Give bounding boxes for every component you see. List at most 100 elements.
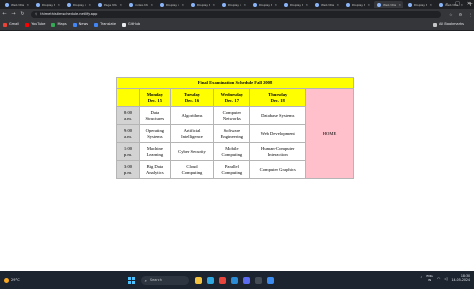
course-cell: Artificial Intelligence [169,124,215,143]
tab-favicon-icon [315,2,319,7]
mail-icon[interactable] [266,276,274,284]
all-bookmarks-button[interactable]: All Bookmarks [432,22,464,27]
terminal-icon[interactable] [254,276,262,284]
tab-close-icon[interactable]: ✕ [367,3,370,7]
language-indicator[interactable]: ENG IN [426,274,432,282]
bookmark-label: GitHub [128,22,141,26]
tab-favicon-icon [253,2,257,7]
folder-icon [432,22,437,27]
weather-widget[interactable]: 29°C [4,277,20,283]
course-cell: Data Structures [139,106,171,125]
header-corner-cell [116,88,140,107]
course-cell: Database Systems [249,106,306,125]
bookmark-star-icon[interactable]: ☆ [449,12,453,17]
time-cell: 8:00 a.m. [116,106,140,125]
reload-icon[interactable]: ↻ [18,11,27,17]
bookmark-item[interactable]: YouTube [25,22,45,27]
course-cell: Parallel Computing [213,160,251,179]
chrome-icon[interactable] [218,276,226,284]
edge-icon[interactable] [206,276,214,284]
browser-tab[interactable]: Display demo✕ [157,1,186,8]
browser-tab[interactable]: Display title✕ [343,1,372,8]
window-controls: – □ ✕ [446,1,471,7]
forward-arrow-icon[interactable]: → [9,11,18,17]
vscode-icon[interactable] [230,276,238,284]
tab-favicon-icon [36,2,40,7]
bookmark-item[interactable]: Translate [94,22,116,27]
browser-tab[interactable]: Display title✕ [405,1,434,8]
tab-title: Display demo [228,2,241,7]
store-icon[interactable] [242,276,250,284]
maximize-icon[interactable]: □ [455,1,460,7]
site-info-icon[interactable]: ⚲ [35,12,37,16]
address-bar[interactable]: ⚲ thimethistimschedule.netlify.app [31,10,441,18]
tab-close-icon[interactable]: ✕ [243,3,246,7]
bookmark-item[interactable]: Maps [51,22,67,27]
tab-favicon-icon [284,2,288,7]
browser-tab[interactable]: Display title✕ [33,1,62,8]
bookmark-item[interactable]: News [72,22,88,27]
header-monday: Monday Dec. 15 [139,88,171,107]
bookmark-item[interactable]: GitHub [122,22,140,27]
tab-favicon-icon [439,2,443,7]
close-window-icon[interactable]: ✕ [467,1,471,7]
tab-close-icon[interactable]: ✕ [57,3,60,7]
home-link[interactable]: HOME [305,88,354,179]
wifi-icon[interactable]: ◠ [437,276,441,281]
tab-close-icon[interactable]: ✕ [274,3,277,7]
browser-tab[interactable]: Page title demo✕ [95,1,124,8]
browser-menu-icon[interactable]: ⋮ [468,12,472,17]
tab-close-icon[interactable]: ✕ [429,3,432,7]
tab-title: Display title [259,2,272,7]
browser-tab[interactable]: Display title✕ [281,1,310,8]
browser-tab-strip: Web title✕Display title✕Display demo✕Pag… [0,0,474,9]
address-bar-row: ← → ↻ ⚲ thimethistimschedule.netlify.app… [0,9,474,19]
tab-close-icon[interactable]: ✕ [336,3,339,7]
header-tuesday: Tuesday Dec. 16 [169,88,215,107]
tab-close-icon[interactable]: ✕ [88,3,91,7]
header-wednesday: Wednesday Dec. 17 [213,88,251,107]
tab-close-icon[interactable]: ✕ [212,3,215,7]
file-explorer-icon[interactable] [194,276,202,284]
browser-tab[interactable]: Web title ✕ [2,1,31,8]
bookmark-item[interactable]: Gmail [3,22,19,27]
course-cell: Web Development [249,124,306,143]
course-cell: Machine Learning [139,142,171,161]
tab-close-icon[interactable]: ✕ [150,3,153,7]
minimize-icon[interactable]: – [446,1,449,7]
bookmark-favicon-icon [122,22,127,27]
browser-tab[interactable]: index.html✕ [126,1,155,8]
browser-tab[interactable]: Display title✕ [250,1,279,8]
course-cell: Mobile Computing [213,142,251,161]
tab-close-icon[interactable]: ✕ [305,3,308,7]
browser-tab[interactable]: Web title ✕ [374,1,403,8]
tab-close-icon[interactable]: ✕ [181,3,184,7]
browser-tab[interactable]: Display title✕ [188,1,217,8]
browser-tab[interactable]: Display demo✕ [64,1,93,8]
taskbar-search-box[interactable]: ⌕ Search [140,275,189,285]
tab-close-icon[interactable]: ✕ [398,3,401,7]
clock[interactable]: 18:30 14-05-2024 [451,274,470,282]
bookmark-favicon-icon [72,22,77,27]
tab-favicon-icon [98,2,102,7]
time-cell: 1:00 p.m. [116,142,140,161]
speaker-icon[interactable]: ◁ [444,276,447,281]
tab-close-icon[interactable]: ✕ [26,3,29,7]
bookmark-favicon-icon [51,22,56,27]
tab-title: Page title demo [104,2,118,7]
chevron-up-icon[interactable]: ˄ [420,276,422,281]
extensions-icon[interactable]: ⚙ [459,12,463,17]
tab-title: index.html [135,2,148,7]
start-button[interactable] [127,276,135,284]
back-arrow-icon[interactable]: ← [0,11,9,17]
course-cell: Algorithms [169,106,215,125]
taskbar-pinned-apps [194,276,274,284]
tab-close-icon[interactable]: ✕ [119,3,122,7]
tab-favicon-icon [5,2,9,7]
windows-taskbar: 29°C ⌕ Search ˄ ENG IN ◠ ◁ 18:30 14-05-2… [0,271,474,289]
search-placeholder: Search [149,277,162,282]
time-cell: 9:00 a.m. [116,124,140,143]
browser-tab[interactable]: Web title ✕ [312,1,341,8]
browser-tab[interactable]: Display demo✕ [219,1,248,8]
bookmark-label: Maps [57,22,67,26]
